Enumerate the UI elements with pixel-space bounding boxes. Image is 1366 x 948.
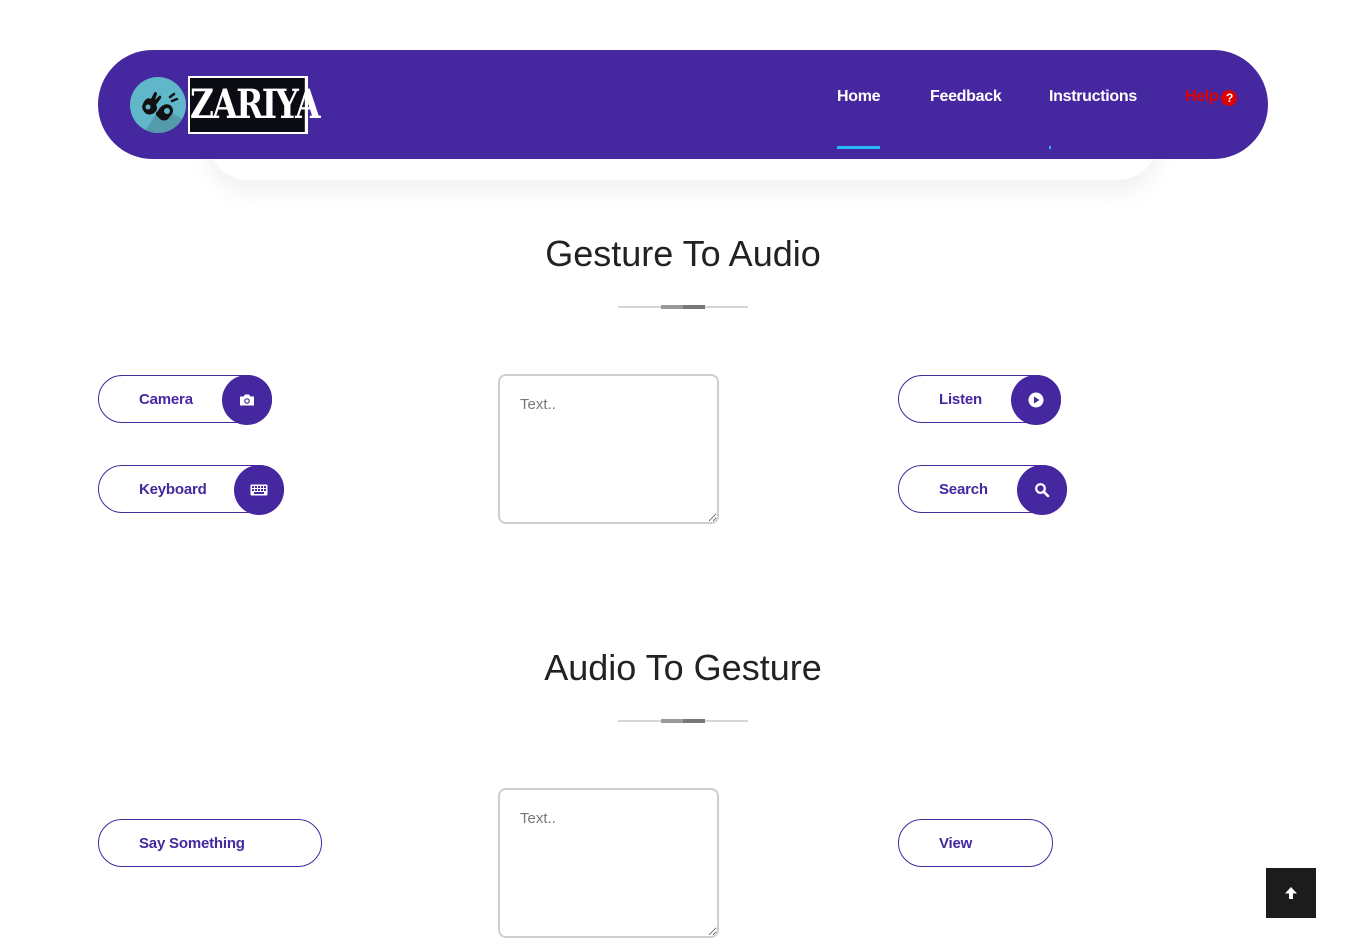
audio-text-input[interactable]: [498, 788, 719, 938]
nav-hover-indicator: [1049, 146, 1051, 149]
camera-button-label: Camera: [139, 391, 193, 408]
camera-icon: [222, 375, 272, 425]
nav-link-home[interactable]: Home: [837, 88, 881, 106]
navbar: ZARIYA Home Feedback Instructions Help?: [98, 50, 1268, 159]
listen-button[interactable]: Listen: [898, 375, 1061, 425]
search-icon: [1017, 465, 1067, 515]
divider-accent: [683, 305, 705, 309]
title-divider: [618, 305, 748, 309]
section-title-gesture-to-audio: Gesture To Audio: [545, 233, 821, 274]
title-divider: [618, 719, 748, 723]
search-button-label: Search: [939, 481, 988, 498]
nav-link-help-label: Help: [1185, 88, 1219, 105]
question-circle-icon: ?: [1221, 90, 1238, 106]
say-something-button-label: Say Something: [139, 835, 245, 852]
section-title-audio-to-gesture: Audio To Gesture: [544, 647, 822, 688]
keyboard-icon: [234, 465, 284, 515]
keyboard-button[interactable]: Keyboard: [98, 465, 284, 515]
play-circle-icon: [1011, 375, 1061, 425]
listen-button-label: Listen: [939, 391, 982, 408]
nav-link-feedback[interactable]: Feedback: [930, 88, 1002, 106]
camera-button[interactable]: Camera: [98, 375, 272, 425]
divider-accent: [661, 305, 683, 309]
nav-link-help[interactable]: Help?: [1185, 88, 1238, 106]
nav-active-indicator: [837, 146, 880, 149]
nav-link-instructions[interactable]: Instructions: [1049, 88, 1137, 106]
search-button[interactable]: Search: [898, 465, 1067, 515]
view-button[interactable]: View: [898, 819, 1053, 867]
say-something-button[interactable]: Say Something: [98, 819, 322, 867]
nav-menu: Home Feedback Instructions Help?: [98, 50, 1268, 159]
divider-accent: [683, 719, 705, 723]
keyboard-button-label: Keyboard: [139, 481, 207, 498]
view-button-label: View: [939, 835, 973, 852]
gesture-text-input[interactable]: [498, 374, 719, 524]
divider-accent: [661, 719, 683, 723]
back-to-top-button[interactable]: [1266, 868, 1316, 918]
